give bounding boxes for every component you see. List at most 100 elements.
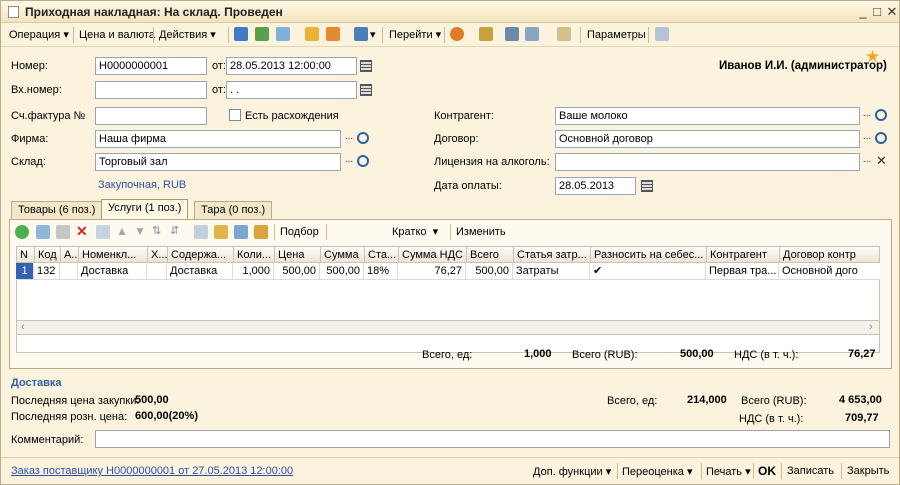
tab-services[interactable]: Услуги (1 поз.) [101, 199, 189, 220]
supplier-order-link[interactable]: Заказ поставщику Н0000000001 от 27.05.20… [11, 465, 293, 477]
tree-icon[interactable] [525, 27, 539, 41]
move-up-icon[interactable]: ▲ [116, 224, 128, 238]
col-contract[interactable]: Договор контр [780, 247, 881, 263]
firm-open-icon[interactable] [357, 132, 369, 144]
col-distribute[interactable]: Разносить на себес... [591, 247, 707, 263]
col-cost-item[interactable]: Статья затр... [514, 247, 591, 263]
date-field[interactable]: 28.05.2013 12:00:00 [226, 57, 357, 75]
close-icon[interactable]: ✕ [884, 4, 900, 19]
firm-select-icon[interactable]: ... [343, 131, 355, 147]
cell-code[interactable]: 132 [34, 263, 60, 280]
paste-add-icon[interactable] [234, 225, 248, 239]
col-total[interactable]: Всего [467, 247, 514, 263]
add-row-icon[interactable] [15, 225, 29, 239]
horizontal-scrollbar[interactable]: ‹ › [16, 320, 880, 335]
cell-price[interactable]: 500,00 [274, 263, 320, 280]
pay-date-calendar-icon[interactable] [641, 180, 653, 192]
col-content[interactable]: Содержа... [168, 247, 234, 263]
cell-qty[interactable]: 1,000 [233, 263, 274, 280]
col-price[interactable]: Цена [275, 247, 321, 263]
col-char[interactable]: Х... [148, 247, 168, 263]
extra-functions-menu[interactable]: Доп. функции ▾ [533, 465, 611, 478]
tab-containers[interactable]: Тара (0 поз.) [194, 201, 273, 219]
license-select-icon[interactable]: ... [861, 154, 873, 170]
sort-desc-icon[interactable]: ⇵ [170, 224, 179, 237]
save-button[interactable]: Записать [787, 465, 834, 477]
paste-replace-icon[interactable] [254, 225, 268, 239]
help-icon[interactable] [450, 27, 464, 41]
params-button[interactable]: Параметры [585, 27, 648, 43]
cell-total[interactable]: 500,00 [466, 263, 513, 280]
in-number-field[interactable] [95, 81, 207, 99]
col-counterparty[interactable]: Контрагент [707, 247, 780, 263]
price-type-link[interactable]: Закупочная, RUB [98, 179, 186, 191]
distribute-checkbox[interactable]: ✔ [590, 263, 706, 280]
revalue-menu[interactable]: Переоценка ▾ [622, 465, 693, 478]
comment-field[interactable] [95, 430, 890, 448]
scroll-left-icon[interactable]: ‹ [21, 321, 25, 333]
cell-content[interactable]: Доставка [167, 263, 233, 280]
invoice-field[interactable] [95, 107, 207, 125]
warehouse-select-icon[interactable]: ... [343, 154, 355, 170]
counterparty-select-icon[interactable]: ... [861, 108, 873, 124]
based-on-icon[interactable] [354, 27, 368, 41]
notes-icon[interactable] [655, 27, 669, 41]
maximize-icon[interactable]: □ [869, 4, 885, 19]
counterparty-field[interactable]: Ваше молоко [555, 107, 860, 125]
contract-open-icon[interactable] [875, 132, 887, 144]
tab-goods[interactable]: Товары (6 поз.) [11, 201, 103, 219]
cell-cost-item[interactable]: Затраты [513, 263, 590, 280]
cell-char[interactable] [147, 263, 167, 280]
paste-icon[interactable] [214, 225, 228, 239]
cell-n[interactable]: 1 [16, 263, 34, 280]
license-field[interactable] [555, 153, 860, 171]
pay-date-field[interactable]: 28.05.2013 [555, 177, 636, 195]
in-calendar-icon[interactable] [360, 84, 372, 96]
price-currency-button[interactable]: Цена и валюта [77, 27, 157, 43]
col-vat[interactable]: Сумма НДС [399, 247, 467, 263]
counterparty-open-icon[interactable] [875, 109, 887, 121]
based-on-dropdown-icon[interactable]: ▾ [368, 27, 378, 43]
cell-contract[interactable]: Основной дого [779, 263, 880, 280]
list-icon[interactable] [505, 27, 519, 41]
sort-asc-icon[interactable]: ⇅ [152, 224, 161, 237]
copy-row-icon[interactable] [36, 225, 50, 239]
table-row[interactable]: 1 132 Доставка Доставка 1,000 500,00 500… [16, 263, 880, 280]
move-down-icon[interactable]: ▼ [134, 224, 146, 238]
number-field[interactable]: Н0000000001 [95, 57, 207, 75]
cell-counterparty[interactable]: Первая тра... [706, 263, 779, 280]
edit-row-icon[interactable] [56, 225, 70, 239]
col-n[interactable]: N [17, 247, 35, 263]
pick-button[interactable]: Подбор [278, 224, 321, 240]
contract-field[interactable]: Основной договор [555, 130, 860, 148]
cell-article[interactable] [60, 263, 78, 280]
in-date-field[interactable]: . . [226, 81, 357, 99]
post-icon[interactable] [255, 27, 269, 41]
structure-icon[interactable] [479, 27, 493, 41]
scroll-right-icon[interactable]: › [869, 321, 873, 333]
print-menu[interactable]: Печать ▾ [706, 465, 751, 478]
contract-select-icon[interactable]: ... [861, 131, 873, 147]
calendar-icon[interactable] [360, 60, 372, 72]
copy-icon[interactable] [326, 27, 340, 41]
fill-icon[interactable] [305, 27, 319, 41]
refresh-icon[interactable] [276, 27, 290, 41]
copy-selection-icon[interactable] [194, 225, 208, 239]
firm-field[interactable]: Наша фирма [95, 130, 341, 148]
mode-dropdown[interactable]: Кратко ▾ [390, 224, 440, 240]
col-sum[interactable]: Сумма [321, 247, 365, 263]
change-button[interactable]: Изменить [454, 224, 508, 240]
journal-icon[interactable] [557, 27, 571, 41]
warehouse-open-icon[interactable] [357, 155, 369, 167]
close-button[interactable]: Закрыть [847, 465, 889, 477]
license-clear-icon[interactable]: ✕ [876, 153, 887, 169]
col-qty[interactable]: Коли... [234, 247, 275, 263]
cell-sum[interactable]: 500,00 [320, 263, 364, 280]
print-icon[interactable] [234, 27, 248, 41]
cell-vat[interactable]: 76,27 [398, 263, 466, 280]
delete-row-icon[interactable]: ✕ [76, 223, 88, 240]
cell-rate[interactable]: 18% [364, 263, 398, 280]
warehouse-field[interactable]: Торговый зал [95, 153, 341, 171]
col-article[interactable]: А... [61, 247, 79, 263]
goto-menu[interactable]: Перейти ▾ [387, 27, 443, 43]
